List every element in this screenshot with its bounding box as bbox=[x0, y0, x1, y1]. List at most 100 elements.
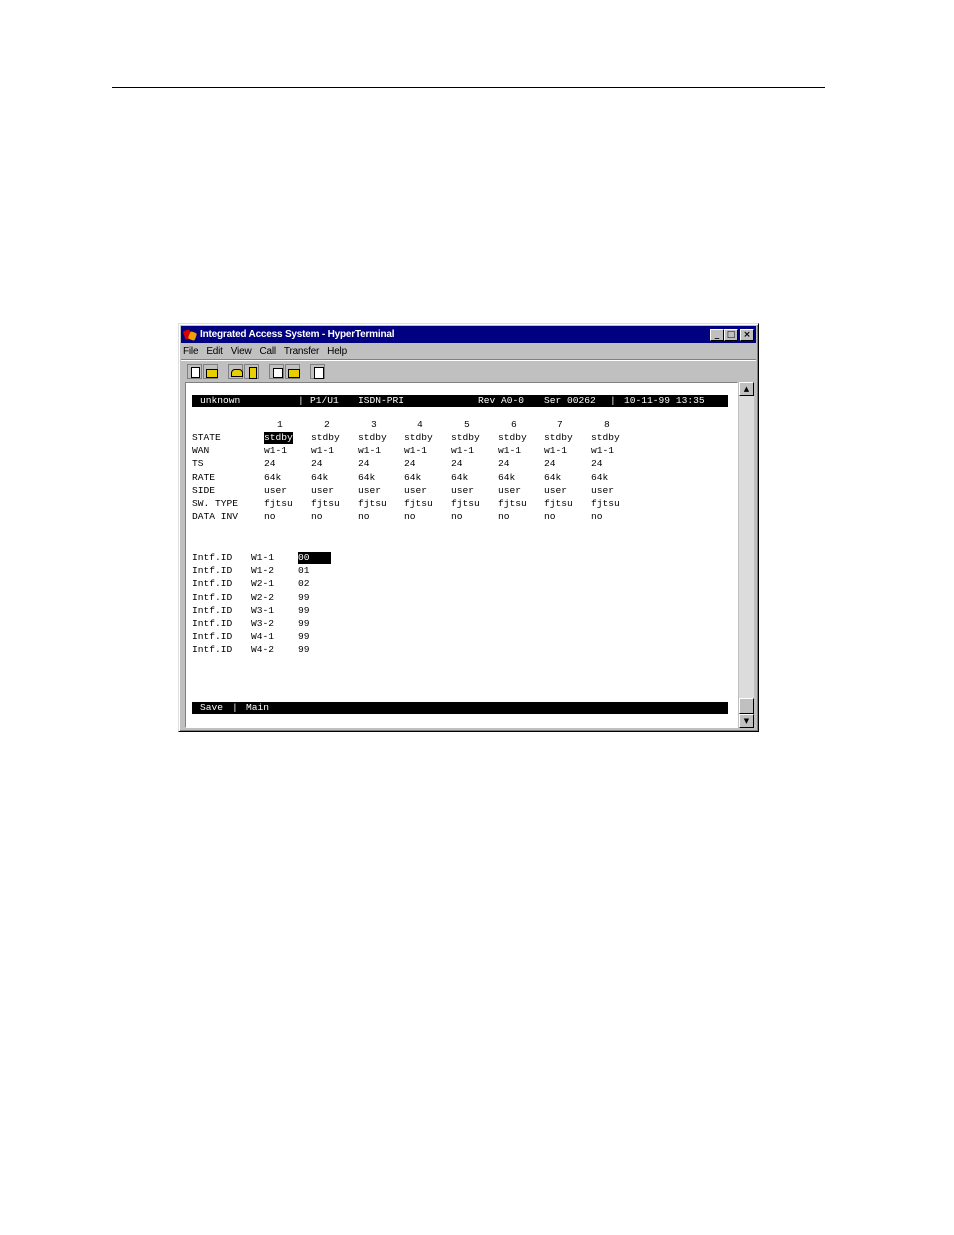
field-cell[interactable]: 64k bbox=[544, 472, 561, 484]
scroll-down-icon[interactable]: ▼ bbox=[739, 714, 754, 728]
menu-help[interactable]: Help bbox=[327, 346, 347, 357]
field-cell[interactable]: 64k bbox=[358, 472, 375, 484]
field-cell[interactable]: 24 bbox=[311, 458, 323, 470]
field-cell[interactable]: fjtsu bbox=[404, 498, 433, 510]
menu-call[interactable]: Call bbox=[259, 346, 276, 357]
intf-id-value[interactable]: 99 bbox=[298, 605, 310, 617]
field-cell[interactable]: fjtsu bbox=[264, 498, 293, 510]
field-cell[interactable]: 24 bbox=[264, 458, 276, 470]
field-cell[interactable]: user bbox=[264, 485, 287, 497]
vertical-scrollbar[interactable]: ▲ ▼ bbox=[739, 382, 754, 728]
disconnect-icon[interactable] bbox=[244, 363, 259, 379]
terminal-area[interactable]: unknown | P1/U1 ISDN-PRI Rev A0-0 Ser 00… bbox=[185, 382, 738, 728]
field-cell[interactable]: 64k bbox=[404, 472, 421, 484]
field-cell[interactable]: w1-1 bbox=[404, 445, 427, 457]
field-cell[interactable]: 24 bbox=[451, 458, 463, 470]
field-cell[interactable]: fjtsu bbox=[591, 498, 620, 510]
field-cell[interactable]: 24 bbox=[404, 458, 416, 470]
intf-id-value[interactable]: 99 bbox=[298, 592, 310, 604]
intf-id-value[interactable]: 99 bbox=[298, 644, 310, 656]
field-cell[interactable]: w1-1 bbox=[358, 445, 381, 457]
properties-icon[interactable] bbox=[310, 363, 325, 379]
field-cell[interactable]: w1-1 bbox=[451, 445, 474, 457]
field-cell[interactable]: fjtsu bbox=[544, 498, 573, 510]
maximize-button[interactable]: □ bbox=[724, 328, 738, 341]
send-file-icon[interactable] bbox=[269, 363, 284, 379]
intf-id-value[interactable]: 99 bbox=[298, 631, 310, 643]
menu-view[interactable]: View bbox=[231, 346, 252, 357]
field-cell[interactable]: stdby bbox=[264, 432, 293, 444]
intf-id-value[interactable]: 02 bbox=[298, 578, 310, 590]
close-button[interactable]: × bbox=[740, 328, 754, 341]
hyperterminal-app-icon[interactable] bbox=[183, 328, 197, 342]
field-cell[interactable]: w1-1 bbox=[311, 445, 334, 457]
intf-id-value[interactable]: 99 bbox=[298, 618, 310, 630]
field-cell[interactable]: fjtsu bbox=[498, 498, 527, 510]
field-cell[interactable]: 24 bbox=[358, 458, 370, 470]
field-cell[interactable]: stdby bbox=[544, 432, 573, 444]
intf-port: W2-2 bbox=[251, 591, 275, 603]
connect-phone-icon[interactable] bbox=[228, 363, 243, 379]
field-cell[interactable]: w1-1 bbox=[591, 445, 614, 457]
field-cell[interactable]: 64k bbox=[498, 472, 515, 484]
row-label: STATE bbox=[192, 432, 221, 443]
field-cell[interactable]: no bbox=[311, 511, 323, 523]
field-cell[interactable]: user bbox=[311, 485, 334, 497]
field-cell[interactable]: 24 bbox=[591, 458, 603, 470]
field-cell[interactable]: no bbox=[451, 511, 463, 523]
column-header-1: 1 bbox=[277, 419, 283, 430]
column-header-5: 5 bbox=[464, 419, 470, 430]
header-datetime: 10-11-99 13:35 bbox=[624, 395, 705, 406]
field-cell[interactable]: user bbox=[358, 485, 381, 497]
field-cell[interactable]: user bbox=[451, 485, 474, 497]
field-cell[interactable]: no bbox=[591, 511, 603, 523]
field-cell[interactable]: user bbox=[591, 485, 614, 497]
intf-label: Intf.ID bbox=[192, 552, 233, 563]
field-cell[interactable]: no bbox=[264, 511, 276, 523]
field-cell[interactable]: 64k bbox=[591, 472, 608, 484]
field-cell[interactable]: stdby bbox=[358, 432, 387, 444]
field-cell[interactable]: w1-1 bbox=[544, 445, 567, 457]
new-document-icon[interactable] bbox=[187, 363, 202, 379]
field-cell[interactable]: 24 bbox=[544, 458, 556, 470]
menu-edit[interactable]: Edit bbox=[206, 346, 223, 357]
field-cell[interactable]: w1-1 bbox=[264, 445, 287, 457]
minimize-button[interactable]: _ bbox=[710, 328, 724, 341]
field-cell[interactable]: stdby bbox=[451, 432, 480, 444]
field-cell[interactable]: w1-1 bbox=[498, 445, 521, 457]
field-cell[interactable]: 24 bbox=[498, 458, 510, 470]
field-cell[interactable]: stdby bbox=[404, 432, 433, 444]
terminal-header-bar: unknown | P1/U1 ISDN-PRI Rev A0-0 Ser 00… bbox=[192, 395, 728, 407]
field-cell[interactable]: no bbox=[498, 511, 510, 523]
menu-transfer[interactable]: Transfer bbox=[284, 346, 319, 357]
field-cell[interactable]: no bbox=[358, 511, 370, 523]
receive-file-icon[interactable] bbox=[285, 363, 300, 379]
title-bar[interactable]: Integrated Access System - HyperTerminal… bbox=[181, 326, 756, 343]
field-cell[interactable]: 64k bbox=[451, 472, 468, 484]
intf-id-value[interactable]: 01 bbox=[298, 565, 310, 577]
main-command[interactable]: Main bbox=[246, 702, 269, 714]
field-cell[interactable]: no bbox=[544, 511, 556, 523]
field-cell[interactable]: no bbox=[404, 511, 416, 523]
field-cell[interactable]: stdby bbox=[498, 432, 527, 444]
field-cell[interactable]: fjtsu bbox=[358, 498, 387, 510]
menu-file[interactable]: File bbox=[183, 346, 199, 357]
field-cell[interactable]: 64k bbox=[264, 472, 281, 484]
open-folder-icon[interactable] bbox=[203, 363, 218, 379]
field-cell[interactable]: user bbox=[544, 485, 567, 497]
field-cell[interactable]: stdby bbox=[311, 432, 340, 444]
field-cell[interactable]: 64k bbox=[311, 472, 328, 484]
field-cell[interactable]: fjtsu bbox=[311, 498, 340, 510]
scroll-up-icon[interactable]: ▲ bbox=[739, 382, 754, 396]
header-sep-2: | bbox=[610, 395, 616, 406]
scroll-thumb[interactable] bbox=[739, 698, 754, 714]
intf-id-value[interactable]: 00 bbox=[298, 552, 331, 564]
field-cell[interactable]: user bbox=[498, 485, 521, 497]
row-label: SIDE bbox=[192, 484, 216, 496]
field-cell[interactable]: user bbox=[404, 485, 427, 497]
header-rev: Rev A0-0 bbox=[478, 395, 525, 406]
header-slot: P1/U1 bbox=[310, 395, 339, 406]
field-cell[interactable]: fjtsu bbox=[451, 498, 480, 510]
save-command[interactable]: Save bbox=[200, 702, 223, 714]
field-cell[interactable]: stdby bbox=[591, 432, 620, 444]
